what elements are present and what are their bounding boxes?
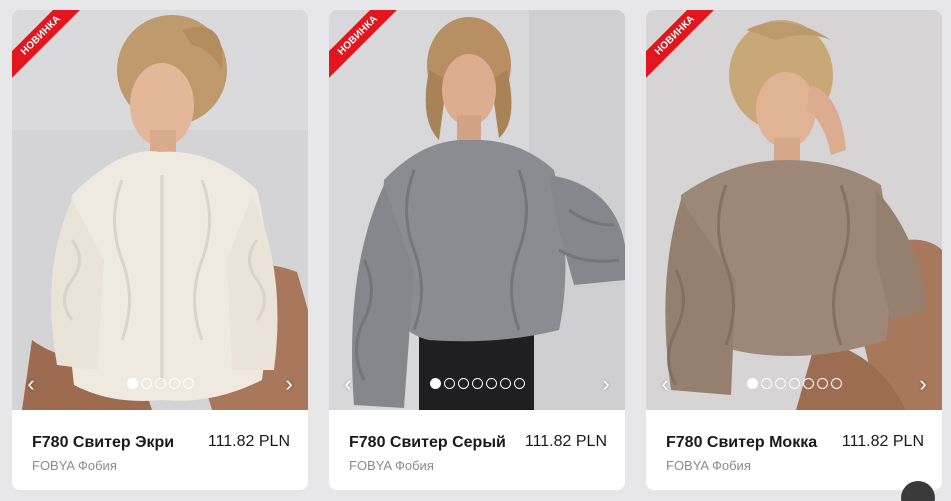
product-price: 111.82 PLN [207,433,290,450]
product-card[interactable]: НОВИНКА ‹ › F780 Свитер Экри 111.82 PLN … [12,10,308,490]
product-brand[interactable]: FOBYA Фобия [32,458,117,473]
carousel-dots [12,378,308,389]
carousel-dot[interactable] [788,378,800,389]
carousel-dots [646,378,942,389]
carousel-dot[interactable] [457,378,469,389]
product-photo-carousel[interactable]: НОВИНКА ‹ › [646,10,942,410]
carousel-dot[interactable] [830,378,842,389]
product-brand[interactable]: FOBYA Фобия [666,458,751,473]
product-photo-carousel[interactable]: НОВИНКА ‹ › [329,10,625,410]
carousel-dot[interactable] [471,378,483,389]
product-info: F780 Свитер Серый 111.82 PLN FOBYA Фобия [329,410,625,490]
product-title[interactable]: F780 Свитер Экри [32,434,174,452]
carousel-dot[interactable] [182,378,194,389]
new-badge-label: НОВИНКА [12,10,90,84]
carousel-dot[interactable] [485,378,497,389]
carousel-dot[interactable] [760,378,772,389]
product-grid: НОВИНКА ‹ › F780 Свитер Экри 111.82 PLN … [12,10,942,490]
carousel-dot[interactable] [802,378,814,389]
carousel-dot[interactable] [168,378,180,389]
product-price: 111.82 PLN [524,433,607,450]
carousel-dot[interactable] [126,378,138,389]
new-badge: НОВИНКА [12,10,92,90]
product-info: F780 Свитер Экри 111.82 PLN FOBYA Фобия [12,410,308,490]
carousel-dot[interactable] [154,378,166,389]
new-badge: НОВИНКА [646,10,726,90]
new-badge-label: НОВИНКА [646,10,724,84]
product-brand[interactable]: FOBYA Фобия [349,458,434,473]
carousel-dots [329,378,625,389]
carousel-dot[interactable] [746,378,758,389]
carousel-dot[interactable] [816,378,828,389]
carousel-dot[interactable] [429,378,441,389]
product-title[interactable]: F780 Свитер Серый [349,434,506,452]
carousel-dot[interactable] [443,378,455,389]
carousel-dot[interactable] [140,378,152,389]
carousel-dot[interactable] [774,378,786,389]
carousel-dot[interactable] [513,378,525,389]
product-card[interactable]: НОВИНКА ‹ › F780 Свитер Серый 111.82 PLN… [329,10,625,490]
carousel-dot[interactable] [499,378,511,389]
product-title[interactable]: F780 Свитер Мокка [666,434,817,452]
product-card[interactable]: НОВИНКА ‹ › F780 Свитер Мокка 111.82 PLN… [646,10,942,490]
new-badge: НОВИНКА [329,10,409,90]
watermark-line-2: мам [894,454,940,479]
new-badge-label: НОВИНКА [329,10,407,84]
site-watermark: для мам [895,444,940,478]
product-photo-carousel[interactable]: НОВИНКА ‹ › [12,10,308,410]
